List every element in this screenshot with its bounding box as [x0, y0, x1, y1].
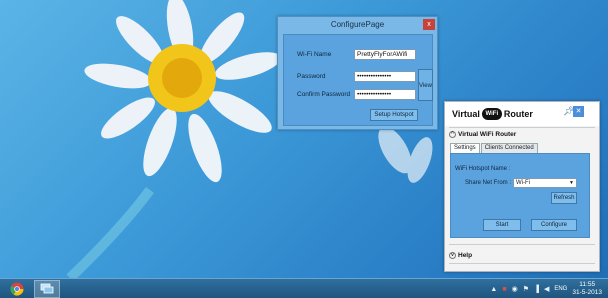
antivirus-icon[interactable]: ■ — [502, 286, 506, 293]
flag-icon[interactable]: ⚑ — [523, 285, 529, 293]
chrome-icon — [10, 282, 24, 296]
share-from-label: Share Net From : — [465, 180, 512, 186]
close-button[interactable]: ✕ — [573, 106, 584, 117]
wifi-logo-icon: WiFi — [481, 108, 502, 120]
chrome-taskbar-button[interactable] — [4, 280, 30, 298]
router-section-header[interactable]: ^ Virtual WiFi Router — [449, 131, 516, 138]
volume-icon[interactable]: ◀ — [544, 285, 549, 293]
configure-dialog-titlebar[interactable]: ConfigurePage x — [278, 17, 437, 33]
share-from-value: Wi-Fi — [516, 180, 530, 186]
virtual-router-title: Virtual WiFi Router — [452, 108, 533, 120]
dropdown-arrow-icon: ▼ — [569, 180, 574, 186]
show-hidden-icons-icon[interactable]: ▲ — [490, 286, 497, 293]
configure-dialog-body: Wi-Fi Name PrettyFlyForAWifi Password ••… — [283, 34, 433, 126]
confirm-password-input[interactable]: ••••••••••••••• — [354, 89, 416, 100]
clock-time: 11:55 — [579, 281, 596, 288]
configure-button[interactable]: Configure — [531, 219, 577, 231]
refresh-button[interactable]: Refresh — [551, 192, 577, 204]
taskbar: ▲ ■ ◉ ⚑ ▐ ◀ ENG 11:55 31-5-2013 — [0, 278, 608, 298]
network-icon[interactable]: ▐ — [534, 286, 539, 293]
confirm-password-label: Confirm Password — [297, 91, 351, 98]
wifi-name-label: Wi-Fi Name — [297, 51, 332, 58]
help-section-header[interactable]: v Help — [449, 252, 472, 259]
expand-icon[interactable]: v — [449, 252, 456, 259]
clock[interactable]: 11:55 31-5-2013 — [572, 281, 602, 297]
virtual-router-taskbar-button[interactable] — [34, 280, 60, 298]
wifi-name-input[interactable]: PrettyFlyForAWifi — [354, 49, 416, 60]
title-router: Router — [503, 109, 533, 119]
hotspot-name-label: WiFi Hotspot Name : — [455, 166, 511, 172]
tab-clients-connected[interactable]: Clients Connected — [480, 143, 538, 153]
start-button[interactable]: Start — [483, 219, 521, 231]
wifi-router-tray-icon[interactable]: ◉ — [512, 285, 518, 293]
view-password-button[interactable]: View — [418, 69, 433, 101]
password-input[interactable]: ••••••••••••••• — [354, 71, 416, 82]
divider — [449, 244, 595, 245]
system-tray: ▲ ■ ◉ ⚑ ▐ ◀ ENG 11:55 31-5-2013 — [490, 279, 608, 298]
router-tabs: Settings Clients Connected — [450, 143, 539, 153]
clock-date: 31-5-2013 — [572, 289, 602, 296]
virtual-router-panel: Virtual WiFi Router 📌︎ ✕ ^ Virtual WiFi … — [444, 101, 600, 272]
network-computer-icon — [40, 283, 54, 294]
divider — [449, 263, 595, 264]
share-from-select[interactable]: Wi-Fi ▼ — [513, 178, 577, 188]
setup-hotspot-button[interactable]: Setup Hotspot — [370, 109, 418, 121]
divider — [449, 127, 595, 128]
help-label: Help — [458, 252, 473, 259]
settings-panel: WiFi Hotspot Name : Share Net From : Wi-… — [450, 153, 590, 238]
language-indicator[interactable]: ENG — [554, 286, 567, 292]
collapse-icon[interactable]: ^ — [449, 131, 456, 138]
router-section-label: Virtual WiFi Router — [458, 131, 517, 138]
title-virtual: Virtual — [452, 109, 480, 119]
virtual-router-header: Virtual WiFi Router 📌︎ ✕ — [445, 102, 599, 126]
close-button[interactable]: x — [423, 19, 435, 30]
configure-dialog: ConfigurePage x Wi-Fi Name PrettyFlyForA… — [277, 16, 438, 130]
configure-dialog-title: ConfigurePage — [330, 20, 385, 29]
password-label: Password — [297, 73, 326, 80]
tab-settings[interactable]: Settings — [450, 143, 480, 153]
